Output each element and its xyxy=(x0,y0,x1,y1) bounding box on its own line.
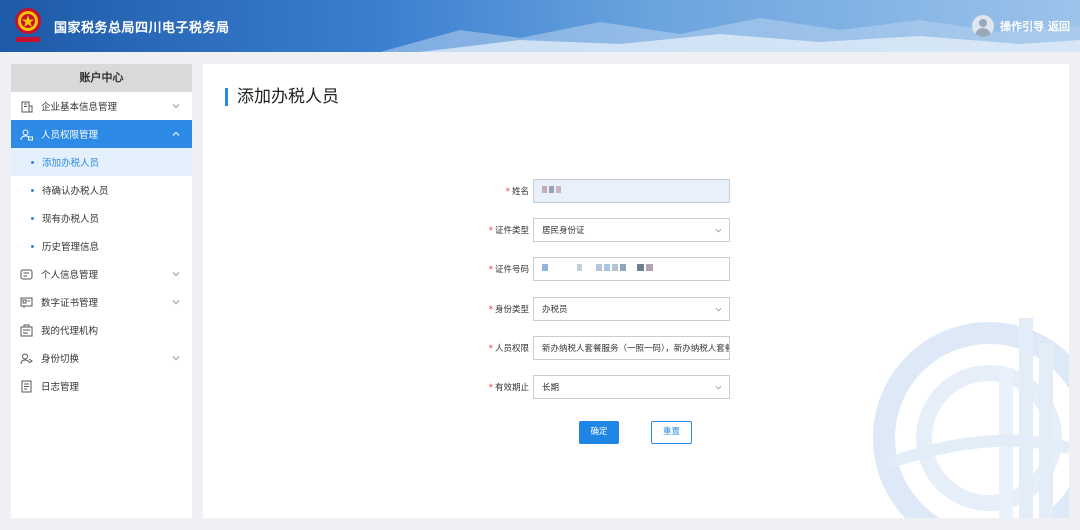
sidebar-item-personal-info[interactable]: 个人信息管理 xyxy=(11,260,192,288)
bullet-icon xyxy=(31,244,34,248)
masked-value xyxy=(542,264,655,274)
sidebar-item-log[interactable]: 日志管理 xyxy=(11,372,192,400)
form-row-id-type: * 证件类型 居民身份证 xyxy=(443,218,730,242)
validity-select[interactable]: 长期 xyxy=(533,375,730,399)
user-avatar-icon[interactable] xyxy=(972,15,995,37)
chevron-down-icon xyxy=(172,104,180,109)
log-icon xyxy=(19,379,33,393)
field-label: * 证件号码 xyxy=(488,265,529,275)
role-select[interactable]: 办税员 xyxy=(533,297,730,321)
sidebar-item-enterprise-info[interactable]: 企业基本信息管理 xyxy=(11,92,192,120)
building-icon xyxy=(19,99,33,113)
sidebar-subitem-pending-tax-person[interactable]: 待确认办税人员 xyxy=(11,176,192,204)
switch-icon xyxy=(19,351,33,365)
sidebar-item-certificate[interactable]: 数字证书管理 xyxy=(11,288,192,316)
sidebar-item-label: 身份切换 xyxy=(41,354,80,365)
form-row-name: * 姓名 xyxy=(443,179,730,203)
sidebar-item-label: 个人信息管理 xyxy=(41,270,99,281)
sidebar-item-label: 数字证书管理 xyxy=(41,298,99,309)
sidebar-subitem-label: 添加办税人员 xyxy=(42,158,100,169)
chevron-down-icon xyxy=(715,307,722,312)
id-number-input[interactable] xyxy=(533,257,730,281)
main-panel: 添加办税人员 * 姓名 * 证件类型 居民身份证 * 证件号码 * 身份类型 办… xyxy=(203,64,1069,518)
user-lock-icon xyxy=(19,127,33,141)
tax-emblem-logo xyxy=(15,8,41,42)
sidebar-item-label: 日志管理 xyxy=(41,382,80,393)
sidebar-item-label: 人员权限管理 xyxy=(41,130,99,141)
site-title: 国家税务总局四川电子税务局 xyxy=(54,21,230,36)
id-type-select[interactable]: 居民身份证 xyxy=(533,218,730,242)
chevron-down-icon xyxy=(172,356,180,361)
permission-select[interactable]: 新办纳税人套餐服务（一照一码），新办纳税人套餐 xyxy=(533,336,730,360)
chevron-down-icon xyxy=(172,272,180,277)
bullet-icon xyxy=(31,216,34,220)
sidebar-item-identity-switch[interactable]: 身份切换 xyxy=(11,344,192,372)
field-label: * 人员权限 xyxy=(488,344,529,354)
sidebar-item-label: 企业基本信息管理 xyxy=(41,102,118,113)
bullet-icon xyxy=(31,160,34,164)
sidebar-subitem-label: 历史管理信息 xyxy=(42,242,100,253)
sidebar-heading: 账户中心 xyxy=(11,64,192,92)
field-label: * 有效期止 xyxy=(488,383,529,393)
sidebar-subitem-label: 待确认办税人员 xyxy=(42,186,109,197)
chevron-down-icon xyxy=(715,228,722,233)
chevron-down-icon xyxy=(172,300,180,305)
sidebar-subitem-add-tax-person[interactable]: 添加办税人员 xyxy=(11,148,192,176)
field-label: * 证件类型 xyxy=(488,226,529,236)
user-links[interactable]: 操作引导 返回 xyxy=(1000,18,1070,34)
reset-button[interactable]: 重置 xyxy=(651,421,692,444)
sidebar: 账户中心 企业基本信息管理 人员权限管理 添加办税人员 待确认办税人员 现有办税… xyxy=(11,64,192,518)
chevron-down-icon xyxy=(715,385,722,390)
sidebar-subitem-existing-tax-person[interactable]: 现有办税人员 xyxy=(11,204,192,232)
certificate-icon xyxy=(19,295,33,309)
form-row-role: * 身份类型 办税员 xyxy=(443,297,730,321)
sidebar-item-label: 我的代理机构 xyxy=(41,326,99,337)
field-label: * 身份类型 xyxy=(488,305,529,315)
name-input[interactable] xyxy=(533,179,730,203)
tax-watermark-graphic xyxy=(873,318,1069,518)
confirm-button[interactable]: 确定 xyxy=(579,421,619,444)
chevron-up-icon xyxy=(172,131,180,136)
page-title: 添加办税人员 xyxy=(225,88,339,106)
sidebar-subitem-label: 现有办税人员 xyxy=(42,214,100,225)
sidebar-subitem-history[interactable]: 历史管理信息 xyxy=(11,232,192,260)
agency-icon xyxy=(19,323,33,337)
masked-value xyxy=(542,186,563,196)
form-row-validity: * 有效期止 长期 xyxy=(443,375,730,399)
sidebar-item-personnel-permission[interactable]: 人员权限管理 xyxy=(11,120,192,148)
id-card-icon xyxy=(19,267,33,281)
form-row-id-number: * 证件号码 xyxy=(443,257,730,281)
bullet-icon xyxy=(31,188,34,192)
user-area: 操作引导 返回 xyxy=(972,15,1070,37)
form-row-permission: * 人员权限 新办纳税人套餐服务（一照一码），新办纳税人套餐 xyxy=(443,336,730,360)
sidebar-item-agency[interactable]: 我的代理机构 xyxy=(11,316,192,344)
field-label: * 姓名 xyxy=(505,187,529,197)
top-header: 国家税务总局四川电子税务局 操作引导 返回 xyxy=(0,0,1080,52)
